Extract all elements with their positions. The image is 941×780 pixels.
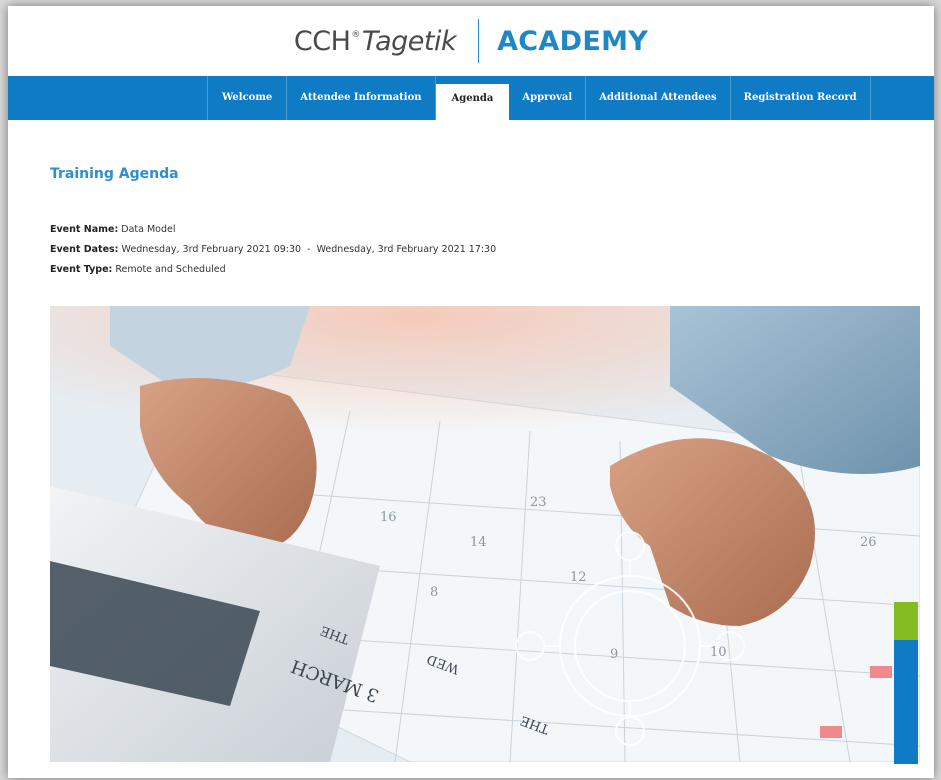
calendar-date: 12 — [570, 570, 587, 585]
event-type-row: Event Type: Remote and Scheduled — [50, 260, 496, 280]
logo-divider — [478, 19, 480, 63]
calendar-date: 23 — [530, 495, 547, 510]
hero-photo: 8 9 10 12 14 16 23 26 3 MARCH THE WED TH… — [50, 306, 920, 762]
calendar-date: 8 — [430, 585, 438, 600]
page-title: Training Agenda — [50, 166, 179, 182]
event-dates-row: Event Dates: Wednesday, 3rd February 202… — [50, 240, 496, 260]
calendar-date: 16 — [380, 510, 397, 525]
event-name-label: Event Name: — [50, 224, 119, 235]
logo-tagetik: Tagetik — [361, 25, 457, 57]
top-nav: Welcome Attendee Information Agenda Appr… — [8, 76, 934, 120]
tab-attendee-information[interactable]: Attendee Information — [287, 76, 436, 120]
tab-additional-attendees[interactable]: Additional Attendees — [586, 76, 731, 120]
accent-bar-green — [894, 602, 918, 640]
calendar-date: 9 — [610, 647, 618, 662]
calendar-date: 10 — [710, 645, 727, 660]
event-name-value: Data Model — [121, 224, 176, 235]
accent-bar-blue — [894, 640, 918, 764]
calendar-date: 14 — [470, 535, 487, 550]
tab-approval[interactable]: Approval — [509, 76, 587, 120]
tab-welcome[interactable]: Welcome — [207, 76, 288, 120]
content-area: Training Agenda — [50, 166, 934, 182]
event-dates-label: Event Dates: — [50, 244, 119, 255]
logo-cch: CCH — [293, 25, 351, 57]
page-frame: CCH ® Tagetik ACADEMY Welcome Attendee I… — [8, 6, 934, 778]
calendar-highlight — [870, 666, 892, 678]
event-type-label: Event Type: — [50, 264, 113, 275]
calendar-highlight — [820, 726, 842, 738]
cch-tagetik-logo[interactable]: CCH ® Tagetik — [293, 25, 457, 57]
event-details: Event Name: Data Model Event Dates: Wedn… — [50, 220, 496, 280]
tab-registration-record[interactable]: Registration Record — [731, 76, 871, 120]
tab-agenda[interactable]: Agenda — [435, 84, 510, 120]
logo-academy[interactable]: ACADEMY — [497, 26, 648, 57]
event-type-value: Remote and Scheduled — [115, 264, 226, 275]
event-dates-value: Wednesday, 3rd February 2021 09:30 - Wed… — [121, 244, 497, 255]
calendar-date: 26 — [860, 535, 877, 550]
nav-tabs: Welcome Attendee Information Agenda Appr… — [207, 76, 871, 120]
event-name-row: Event Name: Data Model — [50, 220, 496, 240]
brand-header: CCH ® Tagetik ACADEMY — [8, 6, 934, 76]
hero-illustration: 8 9 10 12 14 16 23 26 3 MARCH THE WED TH… — [50, 306, 920, 762]
logo-registered-mark: ® — [351, 29, 360, 40]
